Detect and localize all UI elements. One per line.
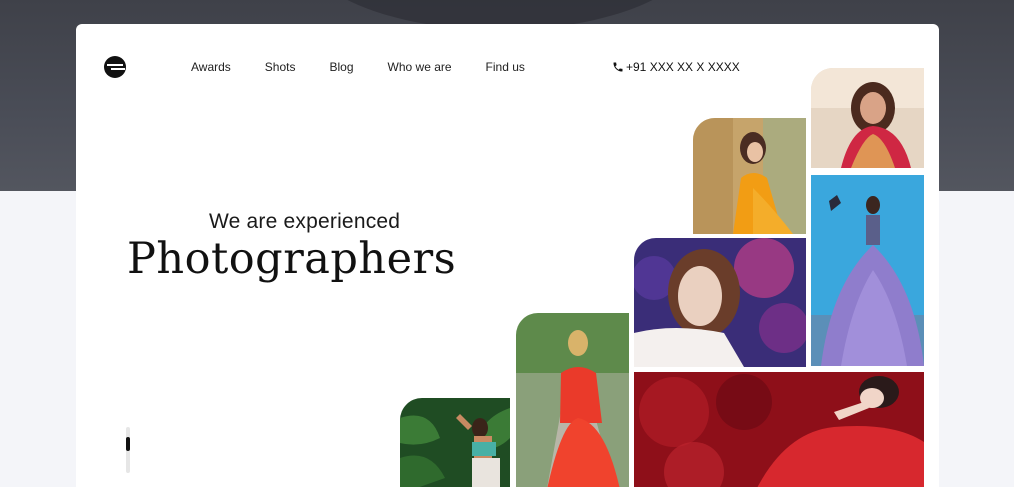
photo-woman-ferns[interactable] bbox=[400, 398, 510, 487]
nav-item-who-we-are[interactable]: Who we are bbox=[388, 60, 452, 74]
hero-subtitle: We are experienced bbox=[209, 210, 401, 233]
logo-icon[interactable] bbox=[104, 56, 126, 78]
nav-item-awards[interactable]: Awards bbox=[191, 60, 231, 74]
scroll-thumb[interactable] bbox=[126, 437, 130, 451]
nav-item-blog[interactable]: Blog bbox=[329, 60, 353, 74]
photo-woman-orange-dress-field[interactable] bbox=[693, 118, 806, 234]
photo-woman-red-dress-walkway[interactable] bbox=[516, 313, 629, 487]
phone-icon bbox=[613, 62, 623, 72]
phone-contact[interactable]: +91 XXX XX X XXXX bbox=[612, 60, 740, 74]
phone-number: +91 XXX XX X XXXX bbox=[626, 60, 740, 74]
photo-bride-red-saree[interactable] bbox=[811, 68, 924, 168]
main-nav: Awards Shots Blog Who we are Find us bbox=[191, 60, 559, 74]
photo-woman-portrait-purple-flowers[interactable] bbox=[634, 238, 806, 367]
photo-woman-purple-gown[interactable] bbox=[811, 175, 924, 366]
photo-woman-red-dress-lying[interactable] bbox=[634, 372, 924, 487]
page-card: Awards Shots Blog Who we are Find us +91… bbox=[76, 24, 939, 487]
nav-item-find-us[interactable]: Find us bbox=[486, 60, 525, 74]
nav-item-shots[interactable]: Shots bbox=[265, 60, 296, 74]
scroll-indicator[interactable] bbox=[126, 427, 130, 473]
hero-title: Photographers bbox=[127, 234, 457, 284]
